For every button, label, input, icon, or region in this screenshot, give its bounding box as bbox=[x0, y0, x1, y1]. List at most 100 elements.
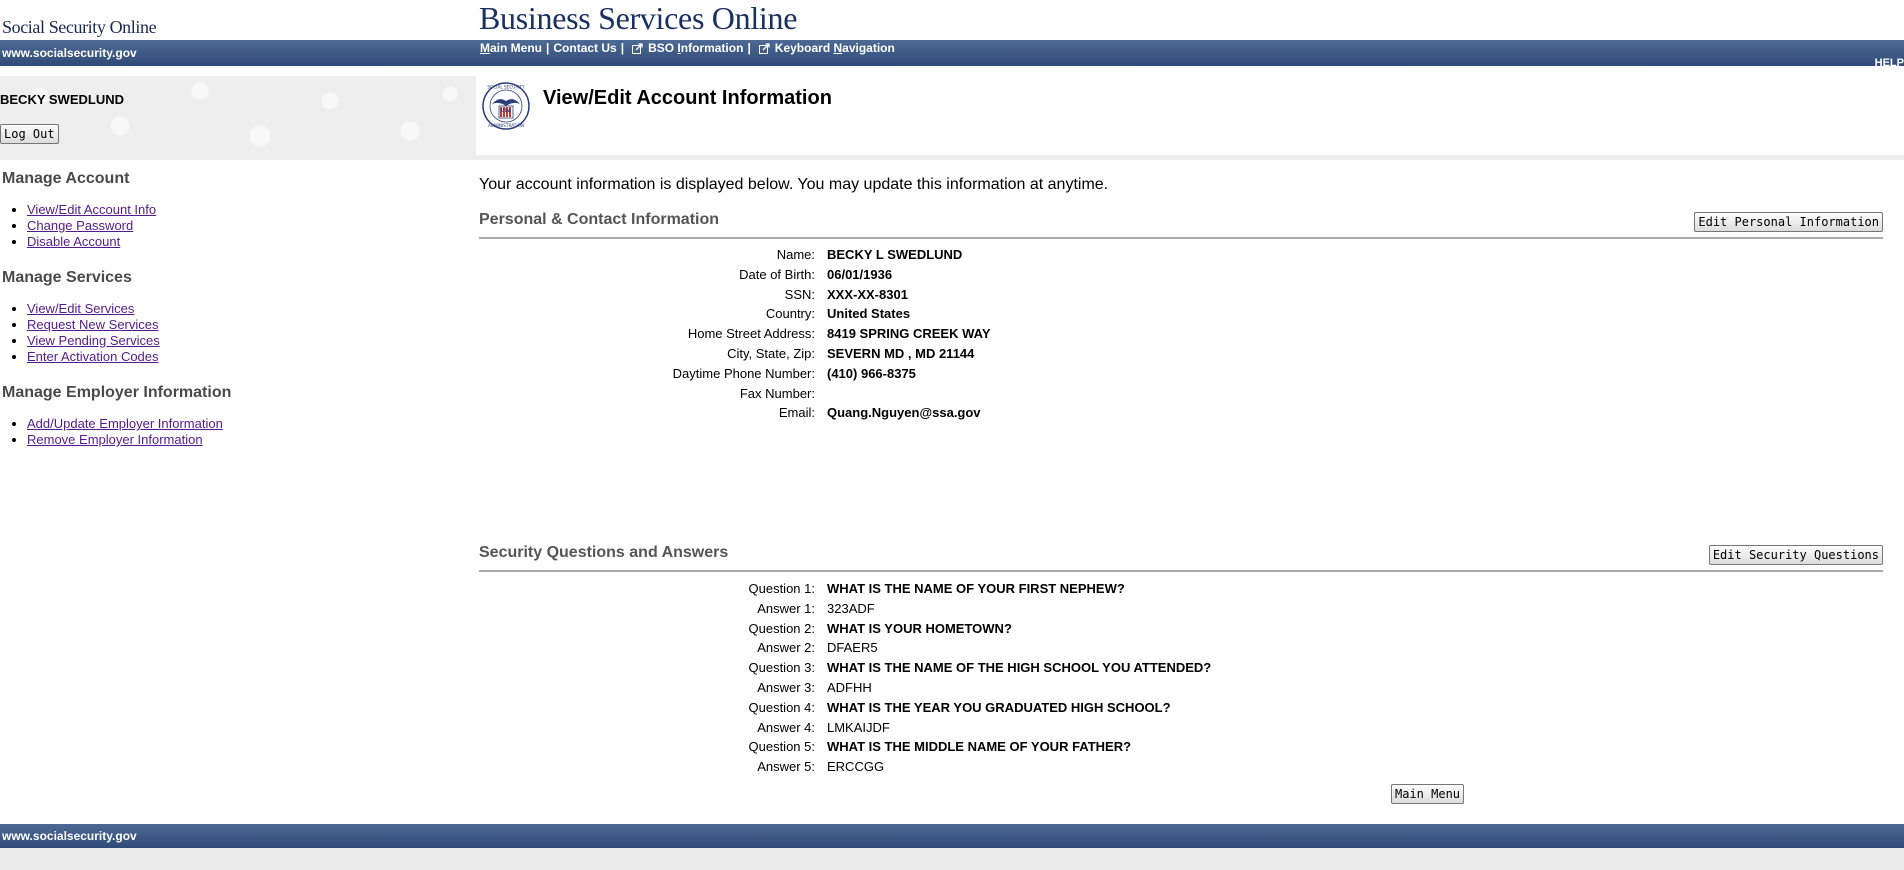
edit-personal-information-button[interactable]: Edit Personal Information bbox=[1694, 212, 1883, 232]
sidebar-item-view-edit-account-info[interactable]: View/Edit Account Info bbox=[27, 202, 156, 217]
email-value: Quang.Nguyen@ssa.gov bbox=[827, 405, 981, 421]
field-label: Answer 2: bbox=[757, 640, 815, 656]
table-row: Country: United States bbox=[479, 304, 1479, 324]
field-value: WHAT IS THE NAME OF THE HIGH SCHOOL YOU … bbox=[827, 660, 1212, 676]
site-name[interactable]: Social Security Online bbox=[2, 17, 157, 38]
sidebar-list: Add/Update Employer Information Remove E… bbox=[0, 416, 470, 448]
field-value: XXX-XX-8301 bbox=[827, 286, 908, 302]
field-label: Country: bbox=[765, 306, 815, 322]
main-menu-access-key: M bbox=[480, 41, 490, 55]
nav-separator: | bbox=[546, 41, 550, 55]
sidebar-list-item: View/Edit Services bbox=[27, 301, 470, 317]
page-header: SOCIAL SECURITY ADMINISTRATION USA View/… bbox=[476, 76, 1904, 160]
security-qa-table: Question 1: WHAT IS THE NAME OF YOUR FIRS… bbox=[479, 579, 1479, 777]
bso-info-label-rest: nformation bbox=[680, 41, 744, 55]
table-row: Answer 2: DFAER5 bbox=[479, 638, 1479, 658]
field-label: SSN: bbox=[784, 286, 815, 302]
field-value: United States bbox=[827, 306, 911, 322]
security-section-header: Security Questions and Answers Edit Secu… bbox=[479, 544, 1883, 572]
table-row: Question 2: WHAT IS YOUR HOMETOWN? bbox=[479, 619, 1479, 639]
field-label: Answer 5: bbox=[757, 759, 815, 775]
user-panel: BECKY SWEDLUND Log Out bbox=[0, 76, 476, 160]
field-value: LMKAIJDF bbox=[827, 719, 890, 735]
ssa-seal-icon: SOCIAL SECURITY ADMINISTRATION USA bbox=[482, 82, 530, 130]
bso-info-label-pre: BSO bbox=[648, 41, 678, 55]
table-row: Daytime Phone Number: (410) 966-8375 bbox=[479, 364, 1479, 384]
sidebar-list-item: Enter Activation Codes bbox=[27, 349, 470, 365]
field-value: WHAT IS THE MIDDLE NAME OF YOUR FATHER? bbox=[827, 739, 1132, 755]
field-label: Fax Number: bbox=[739, 385, 815, 401]
table-row: Answer 3: ADFHH bbox=[479, 678, 1479, 698]
sidebar-item-enter-activation-codes[interactable]: Enter Activation Codes bbox=[27, 349, 159, 364]
sidebar-item-change-password[interactable]: Change Password bbox=[27, 218, 133, 233]
personal-info-table: Name: BECKY L SWEDLUND Date of Birth: 06/0… bbox=[479, 245, 1479, 423]
footer-strip bbox=[0, 848, 1904, 870]
field-label: Question 3: bbox=[748, 660, 816, 676]
page-title: View/Edit Account Information bbox=[543, 87, 832, 109]
main-menu-link[interactable]: Main Menu bbox=[480, 41, 542, 55]
contact-us-link[interactable]: Contact Us bbox=[553, 41, 616, 55]
help-link[interactable]: HELP bbox=[1875, 57, 1904, 69]
top-nav-bar: www.socialsecurity.gov Main Menu | Conta… bbox=[0, 40, 1904, 69]
field-value: WHAT IS THE YEAR YOU GRADUATED HIGH SCHO… bbox=[827, 699, 1171, 715]
seal-top-text: SOCIAL SECURITY bbox=[487, 85, 525, 90]
field-value: BECKY L SWEDLUND bbox=[827, 247, 963, 262]
sidebar-list-item: View Pending Services bbox=[27, 333, 470, 349]
table-row: SSN: XXX-XX-8301 bbox=[479, 285, 1479, 305]
field-value: SEVERN MD , MD 21144 bbox=[827, 345, 975, 361]
bso-information-link[interactable]: BSO Information bbox=[648, 41, 743, 55]
sidebar-item-add-update-employer[interactable]: Add/Update Employer Information bbox=[27, 416, 223, 431]
field-value: (410) 966-8375 bbox=[827, 365, 916, 381]
field-label: Date of Birth: bbox=[739, 266, 815, 282]
sidebar-item-view-edit-services[interactable]: View/Edit Services bbox=[27, 301, 134, 316]
sidebar-list: View/Edit Account Info Change Password D… bbox=[0, 202, 470, 250]
field-label: Home Street Address: bbox=[687, 326, 815, 342]
field-value: DFAER5 bbox=[827, 640, 878, 656]
seal-bottom-text: ADMINISTRATION bbox=[488, 123, 524, 128]
sidebar-list: View/Edit Services Request New Services … bbox=[0, 301, 470, 365]
field-label: Daytime Phone Number: bbox=[672, 365, 815, 381]
top-domain-link[interactable]: www.socialsecurity.gov bbox=[2, 46, 137, 60]
field-label: Question 4: bbox=[748, 699, 816, 715]
table-row: Answer 5: ERCCGG bbox=[479, 757, 1479, 777]
keyboard-navigation-link[interactable]: Keyboard Navigation bbox=[775, 41, 895, 55]
table-row: Question 4: WHAT IS THE YEAR YOU GRADUATE… bbox=[479, 698, 1479, 718]
user-name: BECKY SWEDLUND bbox=[0, 92, 124, 107]
sidebar-item-request-new-services[interactable]: Request New Services bbox=[27, 317, 159, 332]
edit-security-questions-button[interactable]: Edit Security Questions bbox=[1708, 545, 1883, 565]
table-row: Name: BECKY L SWEDLUND bbox=[479, 245, 1479, 265]
field-value: 06/01/1936 bbox=[827, 266, 893, 282]
sidebar-list-item: Request New Services bbox=[27, 317, 470, 333]
field-label: Question 1: bbox=[748, 581, 816, 596]
external-link-icon bbox=[632, 42, 643, 54]
field-value bbox=[827, 384, 1479, 404]
field-value: 323ADF bbox=[827, 600, 875, 616]
sidebar-list-item: Remove Employer Information bbox=[27, 432, 470, 448]
footer-domain-link[interactable]: www.socialsecurity.gov bbox=[2, 829, 137, 843]
field-value: WHAT IS YOUR HOMETOWN? bbox=[827, 620, 1012, 636]
sidebar-list-item: Disable Account bbox=[27, 234, 470, 250]
footer-bar: www.socialsecurity.gov bbox=[0, 824, 1904, 848]
sidebar-item-remove-employer[interactable]: Remove Employer Information bbox=[27, 432, 203, 447]
field-label: Name: bbox=[776, 247, 815, 262]
field-value: ADFHH bbox=[827, 679, 872, 695]
sidebar-heading: Manage Services bbox=[2, 269, 132, 286]
sidebar: Manage Account View/Edit Account Info Ch… bbox=[0, 170, 470, 448]
field-label: City, State, Zip: bbox=[727, 345, 815, 361]
logout-button[interactable]: Log Out bbox=[0, 124, 59, 144]
table-row: Answer 4: LMKAIJDF bbox=[479, 718, 1479, 738]
personal-section-header: Personal & Contact Information Edit Pers… bbox=[479, 211, 1883, 239]
table-row: Home Street Address: 8419 SPRING CREEK WA… bbox=[479, 324, 1479, 344]
sidebar-section-manage-services: Manage Services View/Edit Services Reque… bbox=[0, 269, 470, 365]
field-label: Answer 3: bbox=[757, 679, 815, 695]
app-title: Business Services Online bbox=[479, 0, 798, 36]
sidebar-item-disable-account[interactable]: Disable Account bbox=[27, 234, 120, 249]
sidebar-item-view-pending-services[interactable]: View Pending Services bbox=[27, 333, 160, 348]
main-menu-button[interactable]: Main Menu bbox=[1391, 784, 1465, 804]
sidebar-section-manage-account: Manage Account View/Edit Account Info Ch… bbox=[0, 170, 470, 250]
field-value: ERCCGG bbox=[827, 759, 885, 775]
table-row: Question 1: WHAT IS THE NAME OF YOUR FIRS… bbox=[479, 579, 1479, 599]
table-row: Question 3: WHAT IS THE NAME OF THE HIGH … bbox=[479, 658, 1479, 678]
table-row: Fax Number: bbox=[479, 384, 1479, 404]
sidebar-list-item: View/Edit Account Info bbox=[27, 202, 470, 218]
